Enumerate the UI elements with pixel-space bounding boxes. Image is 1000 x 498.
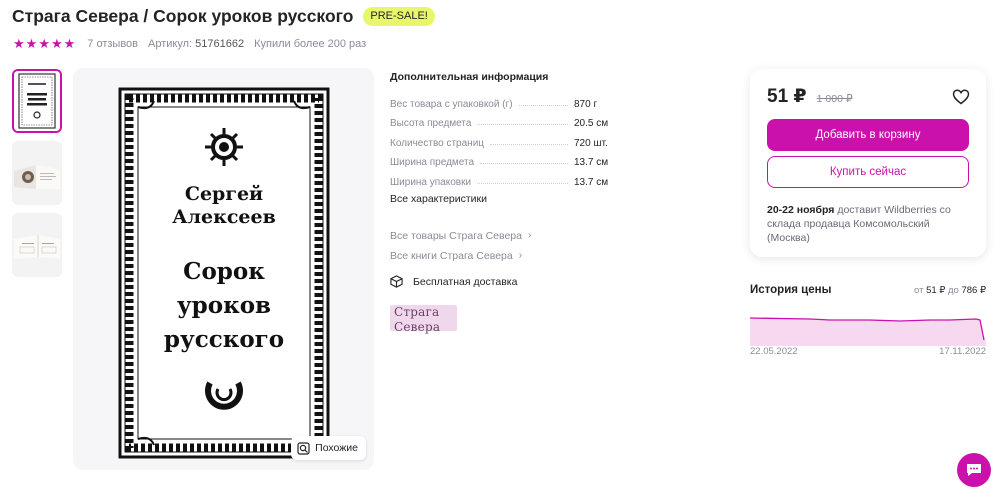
buy-card: 51 ₽ 1 000 ₽ Добавить в корзину Купить с…: [750, 69, 986, 257]
similar-button[interactable]: Похожие: [291, 436, 366, 460]
thumbnail-cover[interactable]: [12, 69, 62, 133]
price-history-header: История цены от 51 ₽ до 786 ₽: [750, 284, 986, 296]
dotted-leader: [480, 163, 568, 164]
star-icon: ★: [25, 36, 38, 51]
article-value: 51761662: [195, 37, 245, 50]
cover-title-line3: русского: [164, 326, 284, 353]
price-history-dates: 22.05.2022 17.11.2022: [750, 346, 986, 357]
characteristic-name: Вес товара с упаковкой (г): [390, 98, 513, 110]
rating-stars[interactable]: ★ ★ ★ ★ ★: [13, 37, 75, 50]
box-icon: [390, 275, 403, 288]
characteristic-row: Ширина упаковки 13.7 см: [390, 168, 610, 188]
brand-logo[interactable]: Страга Севера: [390, 305, 457, 333]
brand-logo-line1: Страга: [394, 305, 440, 319]
date-end: 17.11.2022: [939, 346, 986, 357]
buy-now-button[interactable]: Купить сейчас: [767, 156, 969, 188]
brand-logo-line2: Севера: [394, 320, 441, 334]
all-characteristics-link[interactable]: Все характеристики: [390, 193, 610, 205]
star-icon: ★: [38, 36, 50, 51]
characteristic-value: 720 шт.: [574, 137, 608, 149]
article[interactable]: Артикул: 51761662: [148, 38, 244, 50]
dotted-leader: [518, 104, 568, 106]
main-product-image[interactable]: Сергей Алексеев Сорок уроков русского По…: [73, 68, 374, 470]
reviews-link[interactable]: 7 отзывов: [87, 38, 138, 50]
thumbnail-spread[interactable]: [12, 141, 62, 205]
star-icon: ★: [13, 36, 25, 51]
characteristic-name: Ширина предмета: [390, 157, 475, 168]
chat-bubble-icon: [967, 464, 981, 476]
similar-search-icon: [297, 441, 310, 455]
all-books-label: Все книги Страга Севера: [390, 249, 513, 262]
dotted-leader: [477, 124, 568, 125]
product-info: Дополнительная информация Вес товара с у…: [390, 71, 610, 262]
product-title: Страга Севера / Сорок уроков русского: [12, 6, 354, 26]
price-history[interactable]: История цены от 51 ₽ до 786 ₽ 22.05.2022…: [750, 284, 986, 357]
product-meta: ★ ★ ★ ★ ★ 7 отзывов Артикул: 51761662 Ку…: [13, 37, 376, 50]
chat-button[interactable]: [957, 453, 991, 487]
dotted-leader: [490, 143, 568, 145]
chevron-right-icon: ›: [527, 230, 532, 241]
chevron-right-icon: ›: [518, 250, 523, 261]
characteristic-value: 20.5 см: [574, 118, 609, 129]
info-heading: Дополнительная информация: [390, 71, 549, 83]
characteristic-name: Ширина упаковки: [390, 176, 472, 188]
cover-author-line1: Сергей: [185, 183, 263, 205]
cover-title-line2: уроков: [177, 292, 271, 319]
characteristic-row: Высота предмета 20.5 см: [390, 110, 610, 129]
current-price: 51 ₽: [767, 86, 807, 107]
characteristic-name: Высота предмета: [390, 118, 472, 129]
characteristics-list: Вес товара с упаковкой (г) 870 г Высота пр…: [390, 90, 610, 188]
star-icon: ★: [63, 36, 76, 51]
bought-count: Купили более 200 раз: [254, 37, 367, 50]
price-history-title: История цены: [750, 284, 832, 296]
similar-label: Похожие: [315, 442, 358, 454]
free-delivery-label: Бесплатная доставка: [413, 275, 518, 288]
characteristic-name: Количество страниц: [390, 137, 485, 149]
range-to-label: до: [947, 285, 959, 296]
range-to-value: 786 ₽: [961, 285, 986, 296]
range-from-label: от: [914, 285, 924, 296]
old-price: 1 000 ₽: [816, 93, 853, 105]
price-history-range: от 51 ₽ до 786 ₽: [914, 285, 986, 296]
star-icon: ★: [50, 36, 63, 51]
cover-author-line2: Алексеев: [172, 206, 276, 228]
add-to-cart-button[interactable]: Добавить в корзину: [767, 119, 969, 151]
characteristic-value: 13.7 см: [574, 176, 609, 188]
characteristic-row: Вес товара с упаковкой (г) 870 г: [390, 90, 610, 110]
cover-title-line1: Сорок: [183, 258, 265, 285]
characteristic-row: Ширина предмета 13.7 см: [390, 149, 610, 168]
presale-badge: PRE-SALE!: [363, 7, 435, 26]
thumbnail-list: [12, 69, 62, 285]
thumbnail-pages[interactable]: [12, 213, 62, 277]
price-row: 51 ₽ 1 000 ₽: [767, 85, 969, 108]
book-cover-image: Сергей Алексеев Сорок уроков русского: [118, 87, 330, 459]
title-row: Страга Севера / Сорок уроков русского PR…: [12, 6, 435, 27]
all-goods-link[interactable]: Все товары Страга Севера ›: [390, 230, 610, 242]
all-goods-label: Все товары Страга Севера: [390, 229, 522, 242]
price-history-sparkline: [750, 317, 986, 346]
characteristic-value: 870 г: [574, 98, 598, 110]
dotted-leader: [477, 182, 568, 184]
all-books-link[interactable]: Все книги Страга Севера ›: [390, 250, 610, 262]
characteristic-row: Количество страниц 720 шт.: [390, 129, 610, 149]
date-start: 22.05.2022: [750, 346, 798, 357]
characteristic-value: 13.7 см: [574, 157, 609, 168]
article-label: Артикул:: [148, 37, 193, 50]
favorite-heart-icon[interactable]: [952, 88, 970, 106]
range-from-value: 51 ₽: [926, 285, 946, 296]
free-delivery: Бесплатная доставка: [390, 275, 517, 288]
delivery-info: 20-22 ноября доставит Wildberries со скл…: [767, 203, 972, 245]
delivery-date: 20-22 ноября: [767, 204, 835, 216]
